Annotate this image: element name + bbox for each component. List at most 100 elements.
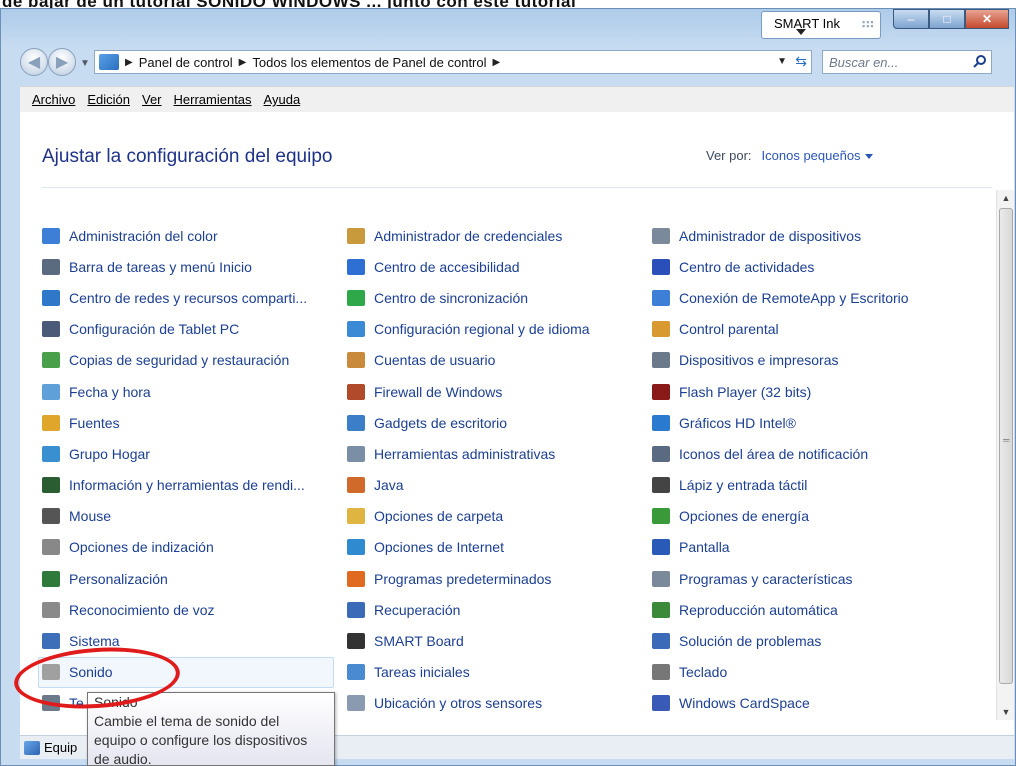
view-by-dropdown[interactable]: Iconos pequeños <box>762 148 873 163</box>
menu-ver[interactable]: Ver <box>142 92 162 107</box>
menu-ayuda[interactable]: Ayuda <box>264 92 301 107</box>
cp-item-device-manager[interactable]: Administrador de dispositivos <box>652 220 909 251</box>
performance-icon <box>42 477 60 494</box>
cp-item-label: Administrador de credenciales <box>374 227 563 244</box>
network-center-icon <box>42 289 60 306</box>
cp-item-flash-player[interactable]: Flash Player (32 bits) <box>652 376 909 407</box>
address-bar[interactable]: ▶ Panel de control ▶ Todos los elementos… <box>94 50 812 74</box>
admin-tools-icon <box>347 445 365 462</box>
cp-item-performance[interactable]: Información y herramientas de rendi... <box>42 470 334 501</box>
cp-item-label: Windows CardSpace <box>679 695 810 712</box>
search-placeholder: Buscar en... <box>829 54 899 70</box>
cp-item-internet-options[interactable]: Opciones de Internet <box>347 532 590 563</box>
cp-item-smart-board[interactable]: SMART Board <box>347 625 590 656</box>
cp-item-cardspace[interactable]: Windows CardSpace <box>652 688 909 719</box>
chevron-right-icon[interactable]: ▶ <box>239 57 247 68</box>
action-center-icon <box>652 258 670 275</box>
cp-item-recovery[interactable]: Recuperación <box>347 594 590 625</box>
cp-item-label: Programas predeterminados <box>374 570 552 587</box>
menu-edicion[interactable]: Edición <box>87 92 130 107</box>
cp-item-label: Control parental <box>679 321 779 338</box>
backup-icon <box>42 352 60 369</box>
cp-item-personalization[interactable]: Personalización <box>42 563 334 594</box>
cp-item-location-sensors[interactable]: Ubicación y otros sensores <box>347 688 590 719</box>
cp-item-backup[interactable]: Copias de seguridad y restauración <box>42 345 334 376</box>
troubleshooting-icon <box>652 633 670 650</box>
intel-graphics-icon <box>652 414 670 431</box>
cp-item-troubleshooting[interactable]: Solución de problemas <box>652 625 909 656</box>
maximize-button[interactable]: □ <box>929 9 965 29</box>
tooltip-line-1: Cambie el tema de sonido del <box>94 713 280 729</box>
menu-archivo[interactable]: Archivo <box>32 92 75 107</box>
cp-item-date-time[interactable]: Fecha y hora <box>42 376 334 407</box>
cp-item-intel-graphics[interactable]: Gráficos HD Intel® <box>652 407 909 438</box>
cp-item-notification-area[interactable]: Iconos del área de notificación <box>652 438 909 469</box>
cp-item-network-center[interactable]: Centro de redes y recursos comparti... <box>42 282 334 313</box>
cp-item-gadgets[interactable]: Gadgets de escritorio <box>347 407 590 438</box>
cp-item-tablet-pc[interactable]: Configuración de Tablet PC <box>42 314 334 345</box>
close-button[interactable]: ✕ <box>965 9 1009 29</box>
cp-item-default-programs[interactable]: Programas predeterminados <box>347 563 590 594</box>
internet-options-icon <box>347 539 365 556</box>
cp-item-devices-printers[interactable]: Dispositivos e impresoras <box>652 345 909 376</box>
cp-item-pen-touch[interactable]: Lápiz y entrada táctil <box>652 470 909 501</box>
cp-item-firewall[interactable]: Firewall de Windows <box>347 376 590 407</box>
search-input[interactable]: Buscar en... <box>822 50 992 74</box>
cp-item-display[interactable]: Pantalla <box>652 532 909 563</box>
cp-item-folder-options[interactable]: Opciones de carpeta <box>347 501 590 532</box>
smart-ink-toolbar[interactable]: SMART Ink ▪▪▪ ▪▪▪ <box>761 11 881 39</box>
breadcrumb-todos-los-elementos[interactable]: Todos los elementos de Panel de control <box>252 55 486 70</box>
grip-icon[interactable]: ▪▪▪ ▪▪▪ <box>862 18 874 31</box>
cp-item-label: Administrador de dispositivos <box>679 227 862 244</box>
cp-item-mouse[interactable]: Mouse <box>42 501 334 532</box>
minimize-button[interactable]: – <box>893 9 929 29</box>
smart-ink-dropdown-icon[interactable] <box>796 29 806 35</box>
scroll-down-icon[interactable]: ▼ <box>997 704 1015 720</box>
smart-ink-label: SMART Ink <box>774 16 840 31</box>
cp-item-programs-features[interactable]: Programas y características <box>652 563 909 594</box>
cp-item-region-language[interactable]: Configuración regional y de idioma <box>347 314 590 345</box>
recent-pages-dropdown-icon[interactable]: ▼ <box>80 58 90 69</box>
cp-item-taskbar[interactable]: Barra de tareas y menú Inicio <box>42 251 334 282</box>
chevron-right-icon[interactable]: ▶ <box>493 57 501 68</box>
cp-item-label: Te <box>69 695 84 712</box>
search-icon[interactable] <box>973 54 987 68</box>
cp-item-user-accounts[interactable]: Cuentas de usuario <box>347 345 590 376</box>
cp-item-keyboard[interactable]: Teclado <box>652 657 909 688</box>
user-accounts-icon <box>347 352 365 369</box>
cp-item-getting-started[interactable]: Tareas iniciales <box>347 657 590 688</box>
cp-item-power-options[interactable]: Opciones de energía <box>652 501 909 532</box>
cp-item-java[interactable]: Java <box>347 470 590 501</box>
chevron-right-icon[interactable]: ▶ <box>125 57 133 68</box>
cp-item-sound[interactable]: Sonido <box>38 656 334 688</box>
cp-item-system[interactable]: Sistema <box>42 625 334 656</box>
cp-item-homegroup[interactable]: Grupo Hogar <box>42 438 334 469</box>
address-dropdown-icon[interactable]: ▼ <box>777 56 787 67</box>
scroll-up-icon[interactable]: ▲ <box>997 190 1015 206</box>
cp-item-fonts[interactable]: Fuentes <box>42 407 334 438</box>
cp-item-sync[interactable]: Centro de sincronización <box>347 282 590 313</box>
menu-herramientas[interactable]: Herramientas <box>174 92 252 107</box>
cp-item-credentials[interactable]: Administrador de credenciales <box>347 220 590 251</box>
forward-button[interactable]: ▶ <box>48 48 76 76</box>
cp-item-color-management[interactable]: Administración del color <box>42 220 334 251</box>
vertical-scrollbar[interactable]: ▲ ═ ▼ <box>996 190 1014 720</box>
cp-item-indexing[interactable]: Opciones de indización <box>42 532 334 563</box>
refresh-icon[interactable]: ⇆ <box>795 53 807 70</box>
cp-item-accessibility[interactable]: Centro de accesibilidad <box>347 251 590 282</box>
cp-item-label: Java <box>374 477 404 494</box>
cp-item-remoteapp[interactable]: Conexión de RemoteApp y Escritorio <box>652 282 909 313</box>
cp-item-action-center[interactable]: Centro de actividades <box>652 251 909 282</box>
scrollbar-thumb[interactable]: ═ <box>999 208 1013 684</box>
back-button[interactable]: ◀ <box>20 48 48 76</box>
view-by-value: Iconos pequeños <box>761 148 861 163</box>
control-panel-icon <box>99 54 119 70</box>
accessibility-icon <box>347 258 365 275</box>
breadcrumb-panel-de-control[interactable]: Panel de control <box>139 55 233 70</box>
cp-item-parental-control[interactable]: Control parental <box>652 314 909 345</box>
cp-item-autoplay[interactable]: Reproducción automática <box>652 594 909 625</box>
cp-item-microphone[interactable]: Reconocimiento de voz <box>42 594 334 625</box>
cp-item-admin-tools[interactable]: Herramientas administrativas <box>347 438 590 469</box>
keyboard-icon <box>652 664 670 681</box>
items-column-3: Administrador de dispositivos Centro de a… <box>652 220 909 719</box>
